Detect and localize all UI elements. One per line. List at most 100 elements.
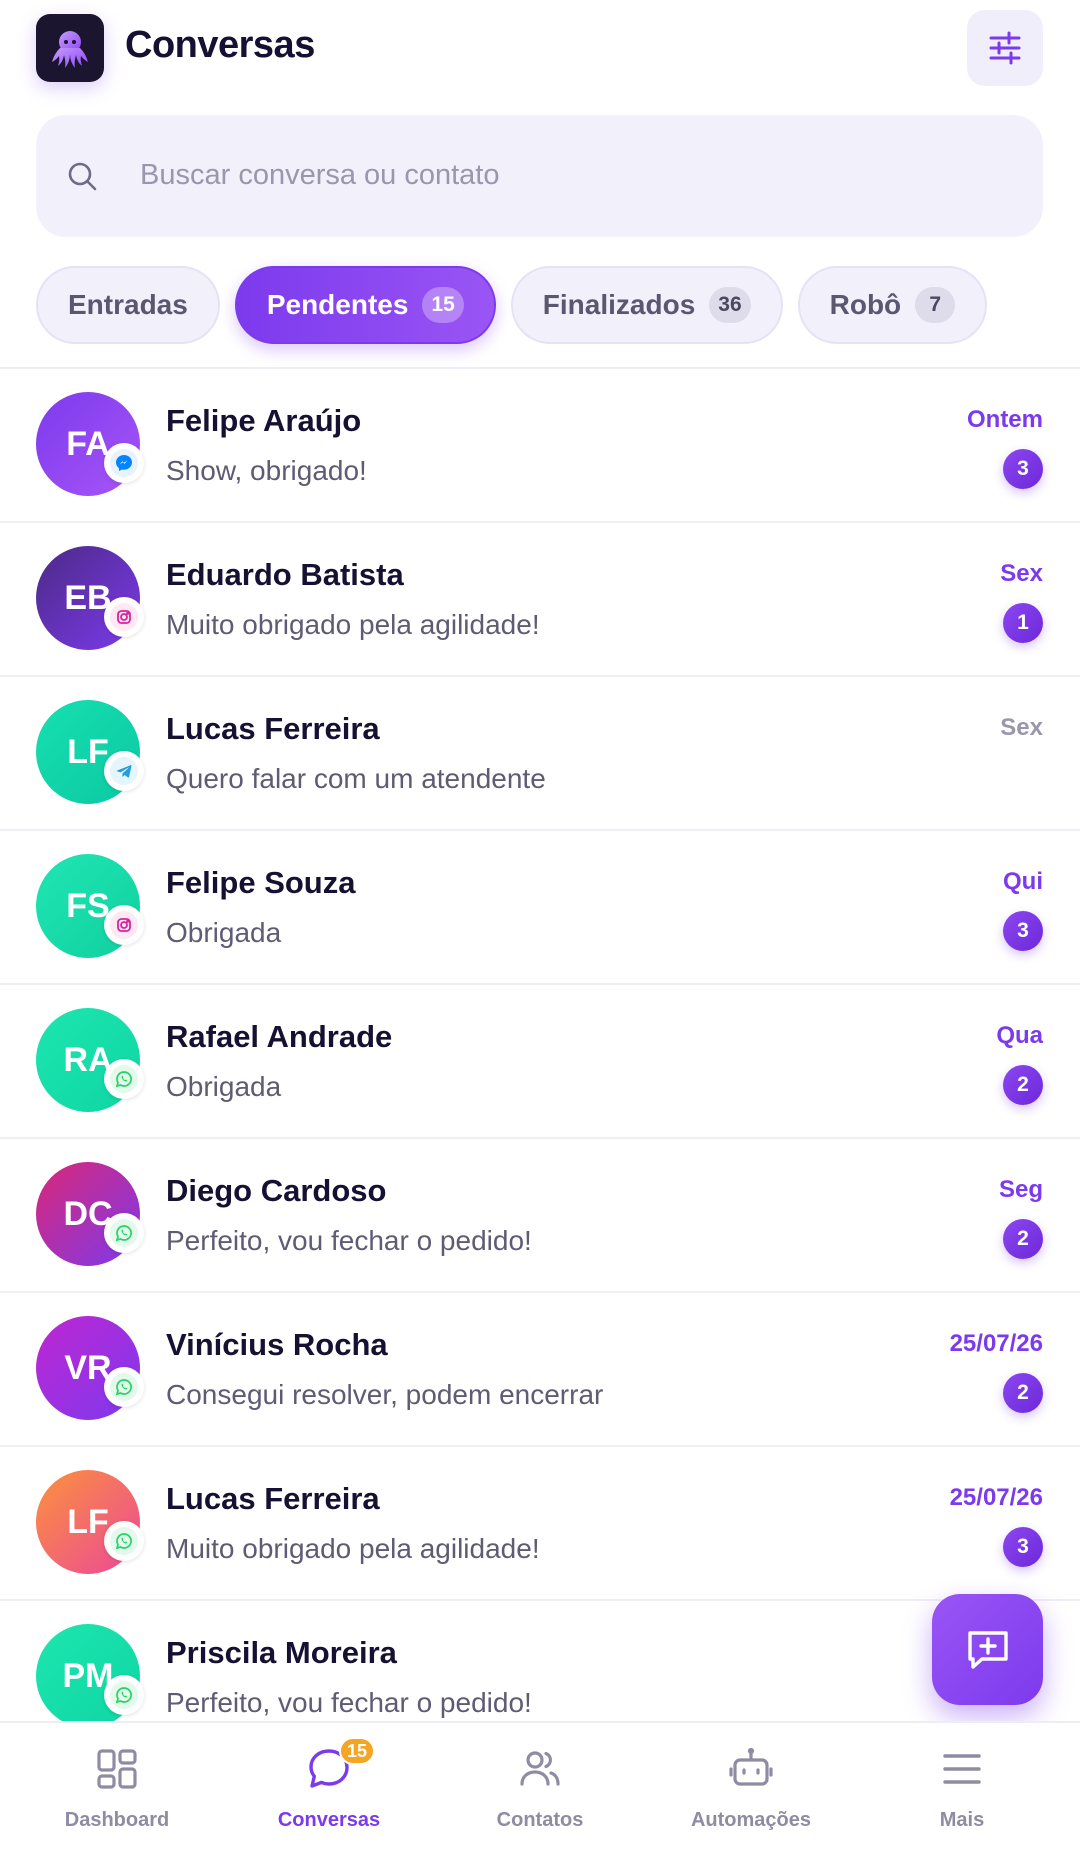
tab-label: Entradas [68,289,188,320]
sliders-icon [989,31,1021,65]
new-conversation-button[interactable] [932,1594,1043,1705]
channel-badge [104,1367,144,1407]
avatar-initials: FS [66,886,110,925]
app-header: Conversas [0,0,1080,100]
conversation-list: FA Felipe Araújo Show, obrigado! Ontem 3… [0,369,1080,1721]
channel-badge [104,443,144,483]
last-message: Muito obrigado pela agilidade! [166,1533,540,1564]
nav-contatos[interactable]: Contatos [432,1723,648,1870]
nav-label: Mais [939,1809,985,1831]
nav-label: Dashboard [64,1809,170,1831]
nav-mais[interactable]: Mais [854,1723,1070,1870]
nav-automacoes[interactable]: Automações [643,1723,859,1870]
conversation-row[interactable]: RA Rafael Andrade Obrigada Qua 2 [0,985,1080,1139]
channel-badge [104,1059,144,1099]
octopus-icon [52,31,88,68]
status-tabs: Entradas Pendentes 15 Finalizados 36 Rob… [36,266,988,344]
bottom-nav: Dashboard 15 Conversas Contatos Automaçõ… [0,1721,1080,1870]
last-message: Perfeito, vou fechar o pedido! [166,1687,532,1718]
channel-badge [104,597,144,637]
nav-label: Contatos [496,1809,584,1831]
last-message: Obrigada [166,917,282,948]
message-time: Sex [1000,560,1043,587]
last-message: Quero falar com um atendente [166,763,546,794]
message-time: Ontem [966,406,1043,433]
unread-badge: 2 [1003,1065,1043,1105]
conversation-row[interactable]: FA Felipe Araújo Show, obrigado! Ontem 3 [0,369,1080,523]
tab-label: Robô [829,289,902,320]
dashboard-icon [97,1749,137,1789]
contact-name: Eduardo Batista [166,557,404,592]
unread-badge: 2 [1003,1373,1043,1413]
nav-conversas[interactable]: 15 Conversas [221,1723,437,1870]
contact-name: Felipe Souza [166,865,356,900]
tab-entradas[interactable]: Entradas [36,266,220,344]
conversation-row[interactable]: DC Diego Cardoso Perfeito, vou fechar o … [0,1139,1080,1293]
nav-unread-badge: 15 [339,1737,376,1765]
channel-badge [104,905,144,945]
tab-count-badge: 36 [709,287,751,323]
contact-name: Lucas Ferreira [166,1481,380,1516]
tab-count-badge: 7 [915,287,956,323]
contacts-icon [520,1751,560,1786]
message-time: 25/07/26 [949,1330,1043,1357]
whatsapp-icon [115,1533,132,1550]
nav-dashboard[interactable]: Dashboard [9,1723,225,1870]
search-bar[interactable] [36,115,1043,237]
filter-button[interactable] [967,10,1043,86]
whatsapp-icon [115,1687,132,1704]
tab-count-badge: 15 [422,287,464,323]
last-message: Muito obrigado pela agilidade! [166,609,540,640]
conversation-row[interactable]: LF Lucas Ferreira Muito obrigado pela ag… [0,1447,1080,1601]
telegram-icon [116,765,132,778]
app-logo [36,14,104,82]
avatar-initials: LF [67,732,109,771]
last-message: Show, obrigado! [166,455,367,486]
contact-name: Priscila Moreira [166,1635,397,1670]
tab-pendentes[interactable]: Pendentes 15 [234,266,496,344]
whatsapp-icon [115,1225,132,1242]
channel-badge [104,751,144,791]
conversation-row[interactable]: LF Lucas Ferreira Quero falar com um ate… [0,677,1080,831]
instagram-icon [117,918,131,932]
tab-label: Finalizados [542,289,696,320]
tab-label: Pendentes [266,289,409,320]
unread-badge: 3 [1003,1527,1043,1567]
whatsapp-icon [115,1379,132,1396]
conversation-row[interactable]: FS Felipe Souza Obrigada Qui 3 [0,831,1080,985]
avatar-initials: LF [67,1502,109,1541]
whatsapp-icon [115,1071,132,1088]
channel-badge [104,1213,144,1253]
contact-name: Rafael Andrade [166,1019,393,1054]
last-message: Consegui resolver, podem encerrar [166,1379,604,1410]
channel-badge [104,1521,144,1561]
unread-badge: 3 [1003,449,1043,489]
last-message: Obrigada [166,1071,282,1102]
contact-name: Diego Cardoso [166,1173,387,1208]
unread-badge: 3 [1003,911,1043,951]
conversation-row[interactable]: EB Eduardo Batista Muito obrigado pela a… [0,523,1080,677]
robot-icon [729,1747,773,1786]
last-message: Perfeito, vou fechar o pedido! [166,1225,532,1256]
conversation-row[interactable]: VR Vinícius Rocha Consegui resolver, pod… [0,1293,1080,1447]
message-time: Qua [996,1022,1043,1049]
tab-finalizados[interactable]: Finalizados 36 [510,266,783,344]
conversation-row[interactable]: PM Priscila Moreira Perfeito, vou fechar… [0,1601,1080,1721]
message-time: Seg [998,1176,1043,1203]
search-icon [68,162,97,191]
instagram-icon [117,610,131,624]
messenger-icon [116,455,132,471]
contact-name: Vinícius Rocha [166,1327,388,1362]
contact-name: Felipe Araújo [166,403,362,438]
unread-badge: 2 [1003,1219,1043,1259]
nav-label: Conversas [277,1809,381,1831]
menu-icon [943,1754,981,1784]
tab-robo[interactable]: Robô 7 [797,266,988,344]
unread-badge: 1 [1003,603,1043,643]
page-title: Conversas [125,24,315,66]
nav-label: Automações [690,1809,812,1831]
message-time: Qui [1003,868,1043,895]
avatar-initials: FA [66,424,110,463]
message-time: Sex [1000,714,1043,741]
search-input[interactable] [140,147,1000,203]
